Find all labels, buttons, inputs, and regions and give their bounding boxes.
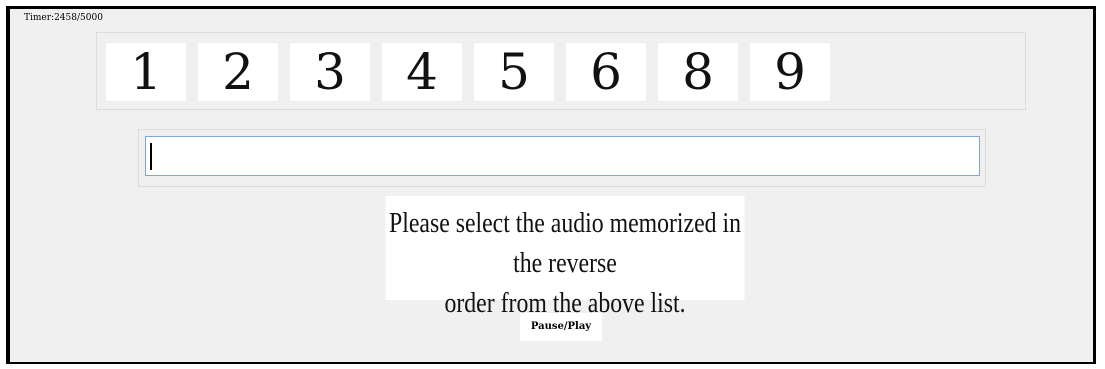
digit-button-6[interactable]: 6 [566,43,646,101]
digit-button-5[interactable]: 5 [474,43,554,101]
pause-play-button[interactable]: Pause/Play [520,313,602,341]
digit-button-1[interactable]: 1 [106,43,186,101]
digit-button-4[interactable]: 4 [382,43,462,101]
digit-panel: 1 2 3 4 5 6 8 9 [96,32,1026,110]
digit-button-2[interactable]: 2 [198,43,278,101]
digit-button-3[interactable]: 3 [290,43,370,101]
task-window: Timer:2458/5000 1 2 3 4 5 6 8 9 Please s… [6,6,1096,364]
instruction-text: Please select the audio memorized in the… [385,196,745,319]
digit-button-9[interactable]: 9 [750,43,830,101]
instruction-line-1: Please select the audio memorized in the… [389,207,741,279]
digit-button-8[interactable]: 8 [658,43,738,101]
timer-label: Timer:2458/5000 [24,13,103,23]
answer-panel [138,129,986,187]
answer-input[interactable] [145,136,980,176]
text-caret [150,143,152,170]
